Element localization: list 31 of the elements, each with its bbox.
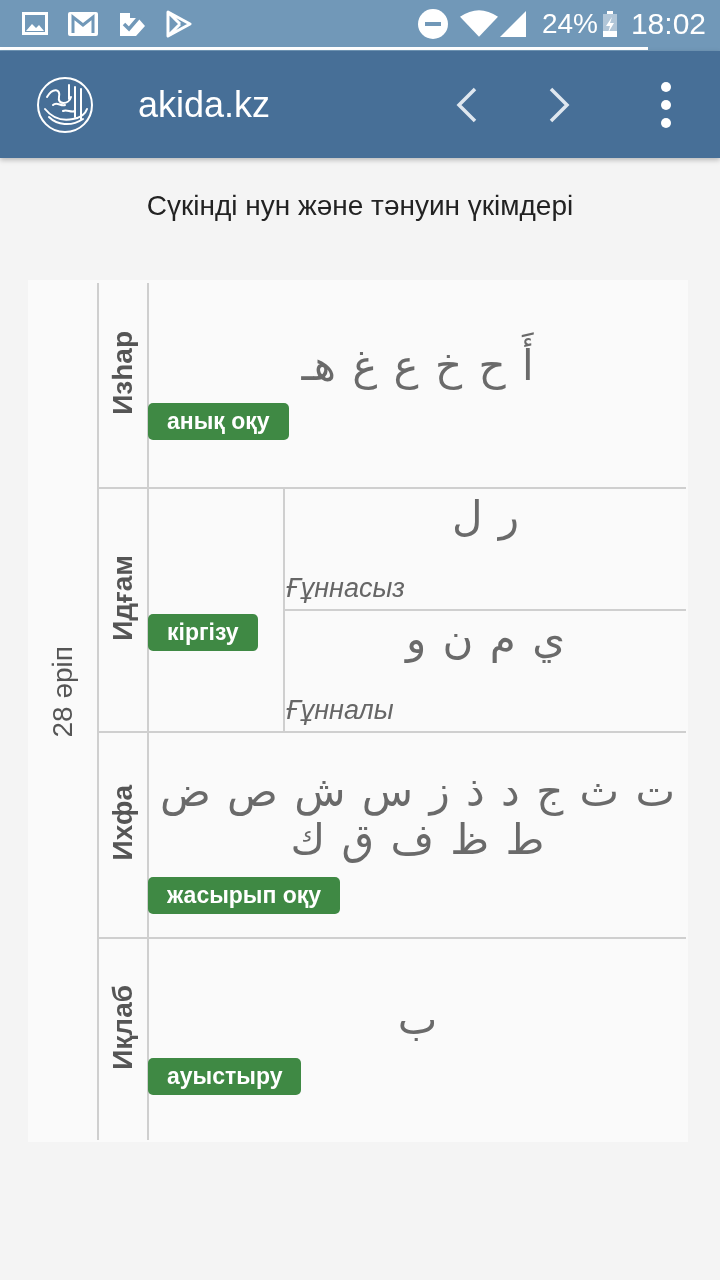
more-options-icon[interactable] (660, 80, 672, 129)
arabic-letters: ت ث ج د ذ ز س ش ص ض ط ظ ف ق ك (158, 766, 677, 866)
arabic-letters: ر ل (450, 491, 521, 543)
battery-percent: 24% (541, 7, 598, 40)
sub-label: Ғұнналы (286, 695, 394, 725)
mail-icon (68, 11, 98, 36)
chevron-right-icon[interactable] (548, 86, 570, 123)
do-not-disturb-icon (417, 8, 448, 39)
sub-label: Ғұннасыз (286, 573, 405, 603)
wifi-icon (459, 10, 498, 37)
arabic-letters: ي م ن و (403, 613, 567, 665)
app-title: akida.kz (138, 83, 272, 126)
battery-charging-icon (602, 10, 617, 37)
side-label: 28 әріп (46, 645, 79, 738)
play-icon (166, 9, 192, 38)
clock-time: 18:02 (630, 7, 706, 40)
page-heading: Сүкінді нун және тәнуин үкімдері (145, 189, 575, 223)
row-header: Иқлаб (107, 985, 139, 1070)
row-header: Ихфа (107, 785, 139, 861)
rule-tag: кіргізу (148, 613, 258, 651)
rule-tag: ауыстыру (148, 1057, 302, 1095)
signal-icon (499, 10, 526, 37)
arabic-letters: ب (396, 994, 439, 1047)
row-header: Идғам (107, 555, 139, 641)
rule-tag: жасырып оқу (148, 876, 341, 914)
emblem-icon (35, 74, 95, 135)
rule-tag: анық оқу (148, 403, 289, 440)
chevron-left-icon[interactable] (456, 86, 478, 123)
row-header: Изһар (107, 331, 139, 415)
arabic-letters: أَ ح خ ع غ هـ (149, 330, 686, 403)
image-icon (22, 12, 48, 35)
